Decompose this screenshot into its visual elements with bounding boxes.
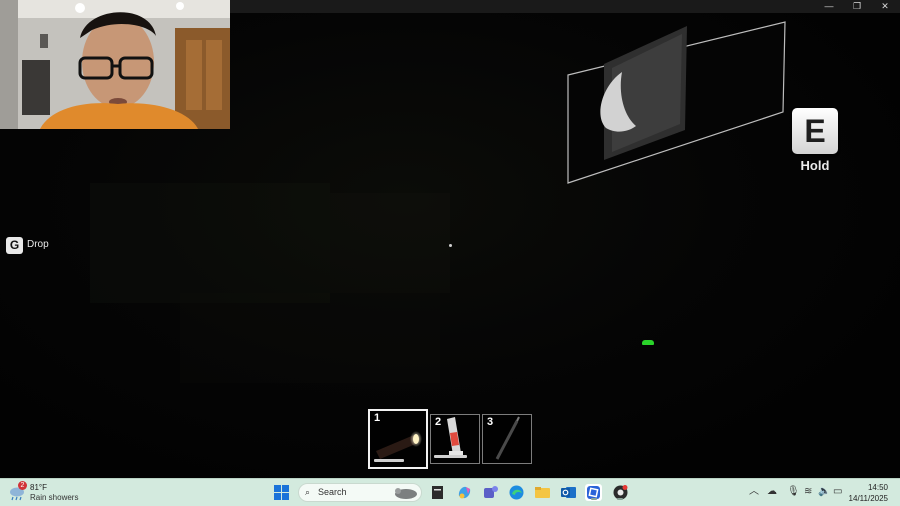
- hotbar-slot-1[interactable]: 1: [368, 409, 428, 469]
- green-object: [642, 340, 654, 345]
- microphone-icon[interactable]: 🎙: [787, 486, 800, 498]
- windows-start-icon: [274, 485, 289, 500]
- wifi-icon[interactable]: ≋: [804, 486, 812, 498]
- file-icon: [432, 486, 443, 499]
- copilot-icon: [458, 486, 471, 499]
- taskbar-app-file-explorer[interactable]: [534, 484, 551, 501]
- battery-icon[interactable]: ▭: [833, 486, 842, 498]
- taskbar-search-input[interactable]: ⌕ Search: [298, 483, 422, 502]
- start-button[interactable]: [273, 484, 290, 501]
- taskbar-app-copilot[interactable]: [456, 484, 473, 501]
- edge-icon: [509, 485, 524, 500]
- restore-button[interactable]: ❐: [843, 0, 871, 13]
- dark-scenery: [330, 193, 450, 293]
- drop-label: Drop: [27, 239, 49, 250]
- clock-time[interactable]: 14:50: [868, 483, 888, 492]
- hotbar-slot-2[interactable]: 2: [430, 414, 480, 464]
- weather-temperature: 81°F: [30, 483, 47, 492]
- taskbar: 2 81°F Rain showers ⌕ Search ︿ ☁ 🎙 ≋ 🔈 ▭…: [0, 478, 900, 506]
- slot-number: 2: [435, 416, 442, 428]
- restore-icon: ❐: [852, 1, 862, 11]
- active-app-indicator: [591, 498, 597, 500]
- onedrive-icon[interactable]: ☁: [767, 486, 777, 498]
- webcam-overlay: [0, 0, 230, 129]
- taskbar-app-roblox-studio[interactable]: [585, 484, 602, 501]
- search-icon: ⌕: [305, 487, 311, 497]
- minimize-button[interactable]: —: [815, 0, 843, 13]
- crosshair: [449, 244, 452, 247]
- slot-durability-bar: [374, 459, 404, 462]
- teams-icon: [484, 486, 498, 498]
- weather-widget[interactable]: 2: [8, 481, 28, 503]
- taskbar-app-edge[interactable]: [508, 484, 525, 501]
- game-window: — ❐ ✕ G Drop E Hold 1 2 3: [0, 0, 900, 478]
- outlook-icon: [561, 487, 576, 498]
- taskbar-app-file[interactable]: [429, 484, 446, 501]
- chevron-up-icon[interactable]: ︿: [749, 486, 759, 498]
- search-highlight-icon: [395, 488, 417, 499]
- slot-durability-bar: [434, 455, 467, 458]
- minimize-icon: —: [824, 1, 834, 11]
- hotbar-slot-3[interactable]: 3: [482, 414, 532, 464]
- close-icon: ✕: [881, 1, 889, 11]
- close-button[interactable]: ✕: [871, 0, 899, 13]
- dark-floor: [180, 293, 440, 383]
- weather-description: Rain showers: [30, 493, 79, 502]
- webcam-feed: [0, 0, 230, 129]
- speaker-icon[interactable]: 🔈: [818, 486, 830, 498]
- interact-label: Hold: [800, 158, 830, 173]
- active-app-indicator: [617, 498, 623, 500]
- taskbar-app-teams[interactable]: [482, 484, 499, 501]
- dark-scenery: [90, 183, 330, 303]
- weather-alert-badge: 2: [18, 481, 27, 490]
- clock-date[interactable]: 14/11/2025: [849, 494, 888, 503]
- taskbar-app-outlook[interactable]: [560, 484, 577, 501]
- taskbar-app-chrome[interactable]: [612, 484, 629, 501]
- search-placeholder: Search: [318, 487, 347, 497]
- slot-number: 1: [374, 412, 381, 424]
- file-explorer-icon: [535, 487, 550, 498]
- drop-key-badge: G: [6, 237, 23, 254]
- interact-key-badge: E: [792, 108, 838, 154]
- moon-window-panel: [567, 21, 786, 184]
- slot-number: 3: [487, 416, 494, 428]
